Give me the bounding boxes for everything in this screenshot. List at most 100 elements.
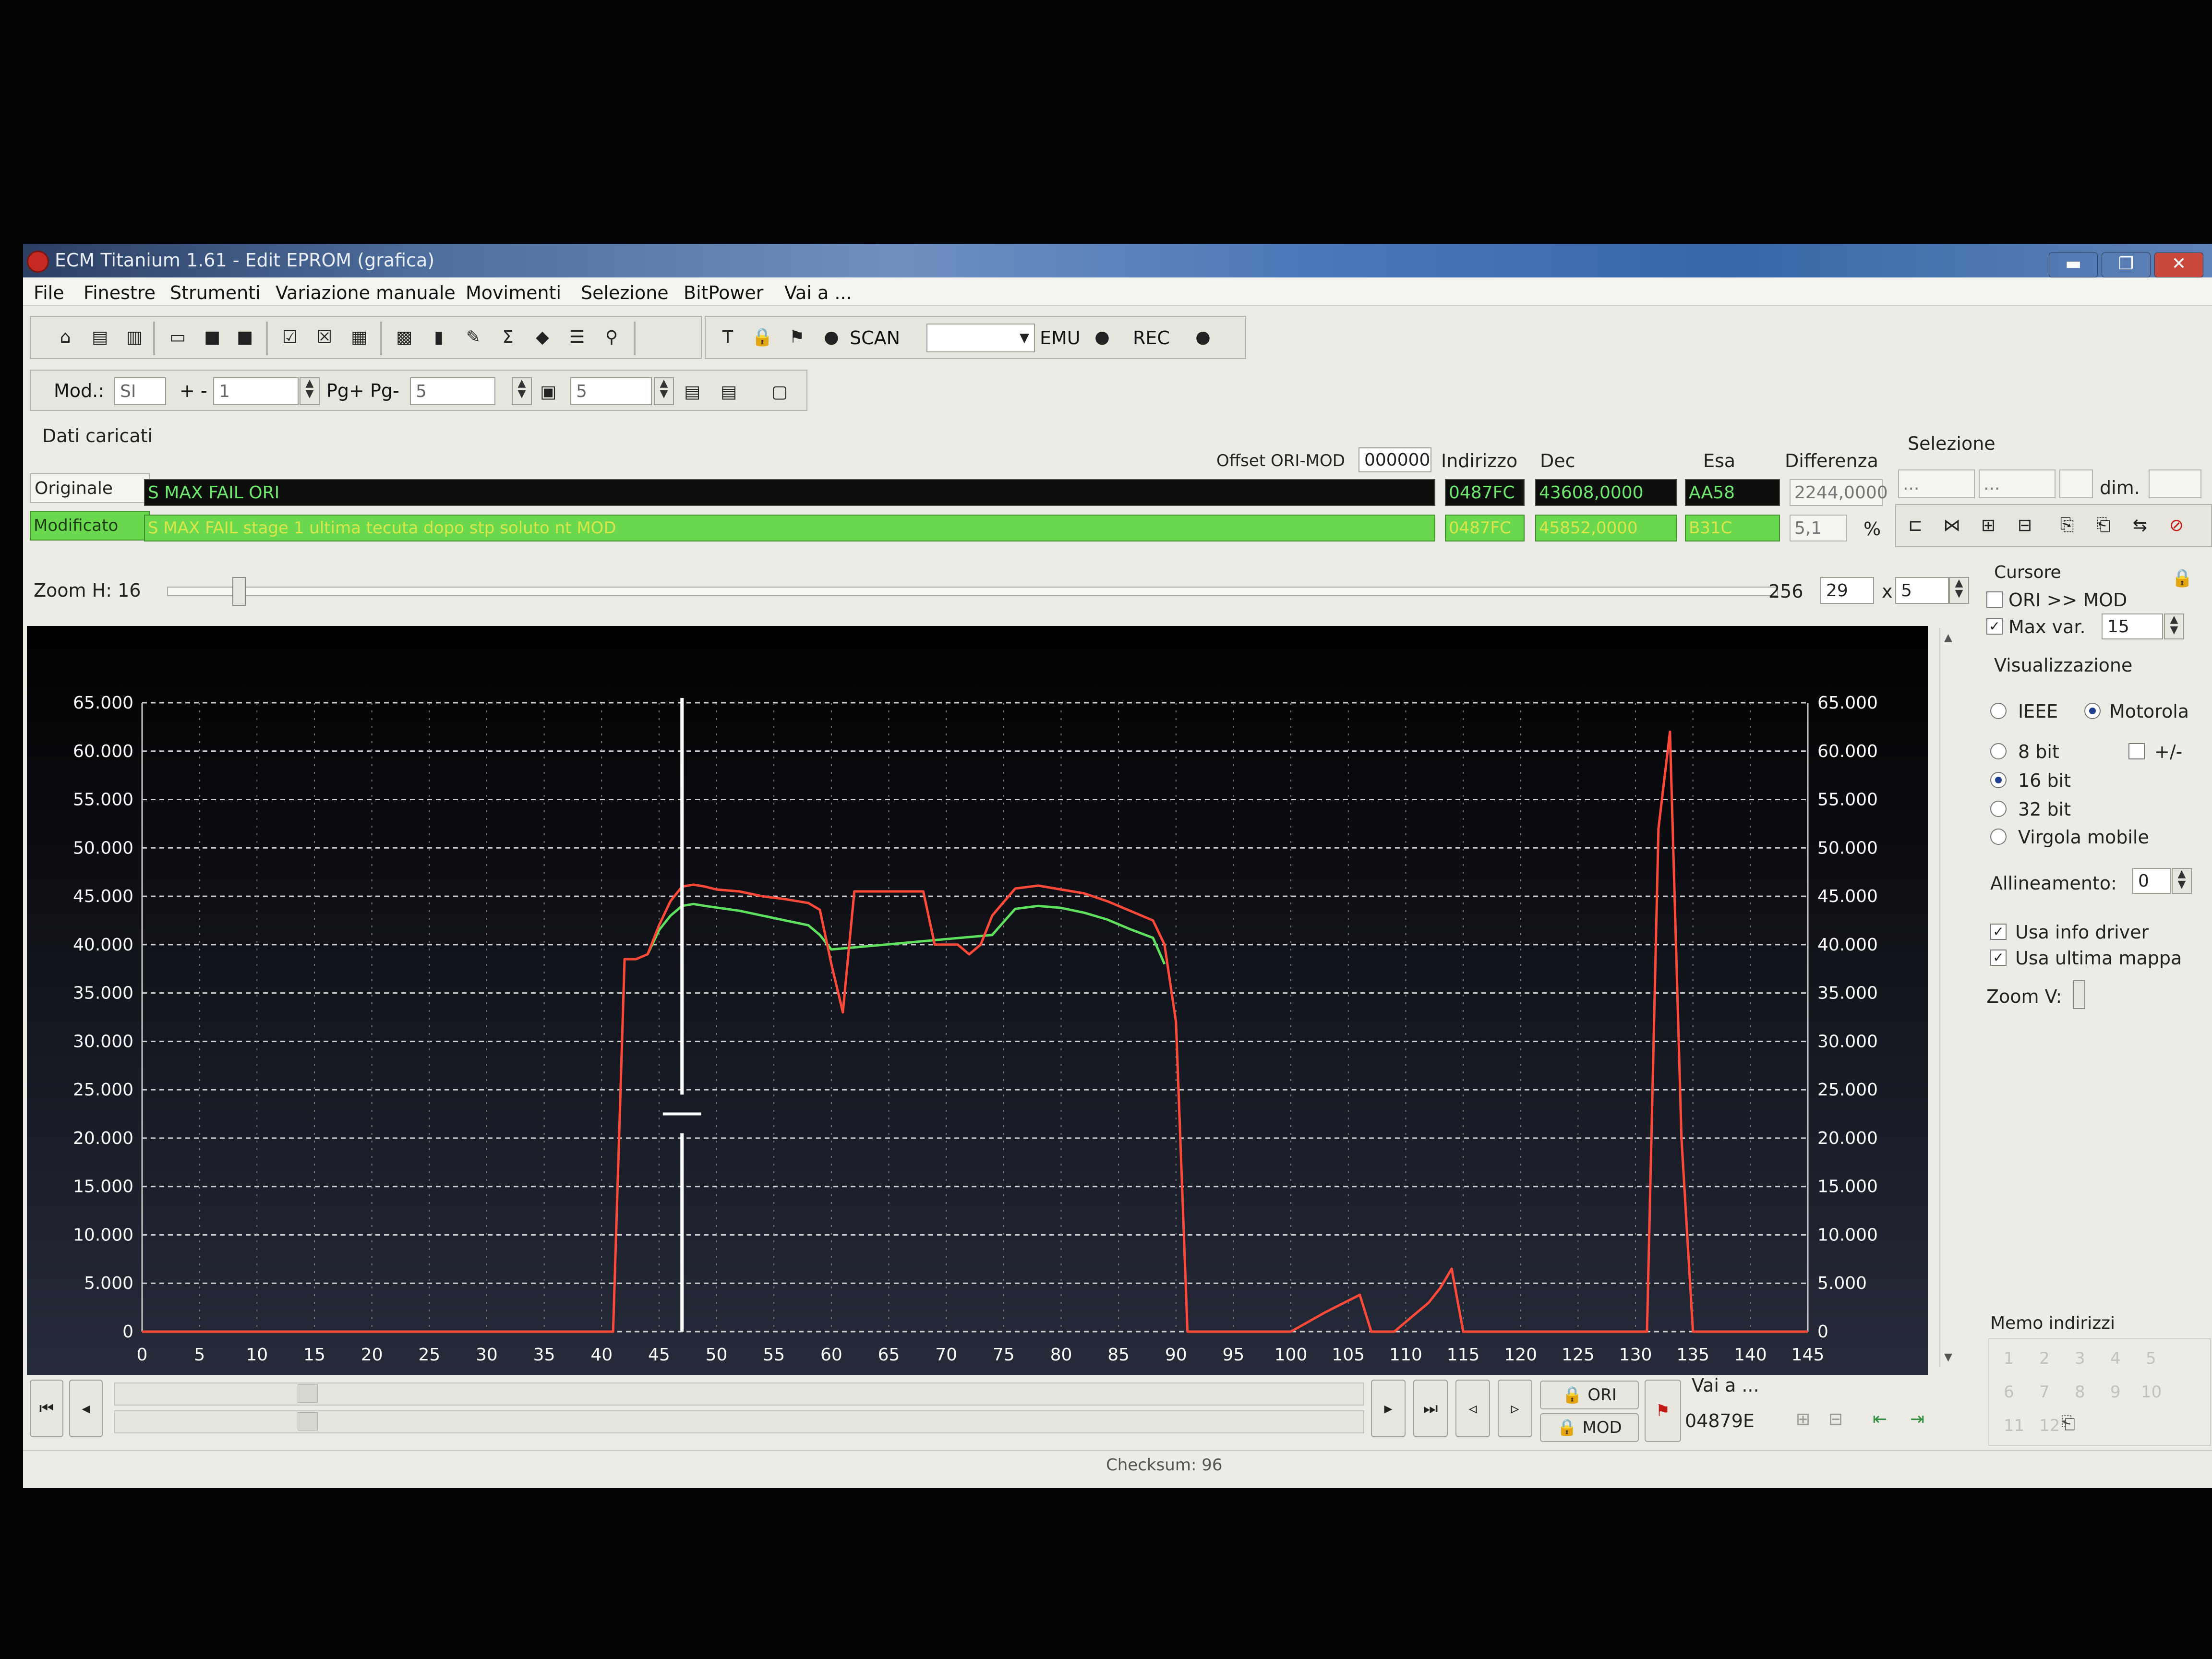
bit8-radio[interactable] (1990, 743, 2007, 759)
record-dot-icon[interactable]: ● (819, 325, 844, 349)
scroll-up-icon[interactable]: ▲ (1944, 632, 1952, 644)
motorola-radio[interactable] (2084, 703, 2101, 719)
maximize-button[interactable]: ❐ (2102, 252, 2151, 277)
menu-finestre[interactable]: Finestre (84, 282, 156, 303)
page-icon[interactable]: ▣ (536, 379, 561, 404)
menu-variazione-manuale[interactable]: Variazione manuale (276, 282, 456, 303)
memo-slot-6[interactable]: 6 (2004, 1382, 2014, 1402)
maxvar-checkbox[interactable]: ✓ (1986, 618, 2003, 635)
select-end-icon[interactable]: ⊟ (2012, 513, 2037, 538)
rows-icon[interactable]: ☰ (565, 325, 589, 349)
table-icon[interactable]: ▦ (347, 325, 372, 349)
allineamento-stepper[interactable]: ▲ ▼ (2172, 868, 2192, 894)
prev-diff-button[interactable]: ◃ (1455, 1380, 1490, 1437)
pg-field[interactable]: 5 (410, 377, 495, 405)
scan-dropdown[interactable]: ▼ (926, 324, 1035, 352)
copy-icon[interactable]: ⎘ (2055, 513, 2080, 538)
scroll-thumb-top[interactable] (298, 1384, 318, 1403)
eprom-graph[interactable]: 0 05.000 5.00010.000 10.00015.000 15.00020.0… (27, 626, 1928, 1375)
sum-icon[interactable]: Σ (495, 325, 520, 349)
allineamento-field[interactable]: 0 (2132, 868, 2171, 894)
scroll-down-icon[interactable]: ▼ (1944, 1351, 1952, 1363)
memo-slot-2[interactable]: 2 (2039, 1349, 2050, 1368)
dim-field[interactable] (2149, 469, 2201, 498)
flag-icon[interactable]: ⚑ (1645, 1380, 1681, 1442)
search-icon[interactable]: ⚲ (599, 325, 624, 349)
usa-ultima-checkbox[interactable]: ✓ (1990, 950, 2007, 966)
modificato-dec[interactable]: 45852,0000 (1535, 515, 1677, 541)
offset-field[interactable]: 000000 (1358, 447, 1431, 472)
last-page-button[interactable]: ⏭ (1413, 1380, 1448, 1437)
undo-map-icon[interactable]: ▢ (767, 379, 792, 404)
originale-label[interactable]: Originale (30, 473, 150, 503)
zoom-h-slider-thumb[interactable] (232, 577, 246, 606)
mod-button[interactable]: 🔒 MOD (1540, 1413, 1639, 1442)
memo-slot-1[interactable]: 1 (2004, 1349, 2014, 1368)
memo-slot-4[interactable]: 4 (2110, 1349, 2121, 1368)
pg-stepper[interactable]: ▲ ▼ (512, 377, 532, 405)
memo-slot-8[interactable]: 8 (2075, 1382, 2085, 1402)
modificato-label[interactable]: Modificato (30, 511, 150, 541)
next-diff-button[interactable]: ▹ (1498, 1380, 1532, 1437)
originale-map-name[interactable]: S MAX FAIL ORI (144, 479, 1435, 506)
memo-slot-3[interactable]: 3 (2075, 1349, 2085, 1368)
transfer-icon[interactable]: ⇆ (2128, 513, 2152, 538)
select-block-icon[interactable]: ⊞ (1976, 513, 2001, 538)
plusminus-checkbox[interactable] (2128, 743, 2145, 759)
selezione-start-field[interactable]: ... (1898, 469, 1975, 498)
marker-left-icon[interactable]: ⇤ (1867, 1407, 1892, 1431)
mod-field[interactable]: SI (114, 377, 166, 405)
selezione-end-field[interactable]: ... (1979, 469, 2056, 498)
menu-file[interactable]: File (34, 282, 64, 303)
ori-mod-checkbox[interactable] (1986, 591, 2003, 608)
p-stepper[interactable]: ▲ ▼ (654, 377, 674, 405)
memo-slot-9[interactable]: 9 (2110, 1382, 2121, 1402)
open-folder-icon[interactable]: ▭ (165, 325, 190, 349)
zoom-rows-stepper[interactable]: ▲ ▼ (1949, 577, 1969, 604)
differenza-value[interactable]: 2244,0000 (1790, 479, 1888, 506)
checkmark-icon[interactable]: ☑ (277, 325, 302, 349)
select-range-icon[interactable]: ⋈ (1939, 513, 1964, 538)
zoom-rows-field[interactable]: 5 (1895, 577, 1949, 604)
p-field[interactable]: 5 (570, 377, 652, 405)
memo-remove-icon[interactable]: ⊟ (1823, 1407, 1848, 1431)
modificato-indirizzo[interactable]: 0487FC (1445, 515, 1525, 541)
memo-slot-7[interactable]: 7 (2039, 1382, 2050, 1402)
save-icon[interactable]: ▥ (122, 325, 147, 349)
usa-info-checkbox[interactable]: ✓ (1990, 924, 2007, 940)
menu-selezione[interactable]: Selezione (581, 282, 669, 303)
scroll-thumb-bottom[interactable] (298, 1412, 318, 1431)
memo-slot-5[interactable]: 5 (2146, 1349, 2156, 1368)
next-step-button[interactable]: ▸ (1371, 1380, 1406, 1437)
windows-icon[interactable]: ▤ (87, 325, 112, 349)
runner-icon[interactable]: ⚑ (784, 325, 809, 349)
modificato-map-name[interactable]: S MAX FAIL stage 1 ultima tecuta dopo st… (144, 515, 1435, 541)
vai-a-value[interactable]: 04879E (1685, 1410, 1755, 1431)
maxvar-field[interactable]: 15 (2102, 613, 2163, 639)
chart-icon[interactable]: ◆ (530, 325, 555, 349)
select-start-icon[interactable]: ⊏ (1903, 513, 1928, 538)
close-button[interactable]: ✕ (2154, 252, 2203, 277)
plusminus-stepper[interactable]: ▲ ▼ (300, 377, 320, 405)
first-page-button[interactable]: ⏮ (30, 1380, 63, 1437)
bit32-radio[interactable] (1990, 801, 2007, 817)
lock-icon[interactable]: 🔒 (750, 325, 775, 349)
memo-slot-12[interactable]: 12 (2039, 1416, 2060, 1435)
rec-dot-icon[interactable]: ● (1190, 325, 1215, 349)
originale-indirizzo[interactable]: 0487FC (1445, 479, 1525, 506)
grid-icon[interactable]: ▩ (392, 325, 417, 349)
memo-slot-11[interactable]: 11 (2004, 1416, 2024, 1435)
edit-icon[interactable]: ✎ (461, 325, 486, 349)
compare-icon[interactable]: ☒ (312, 325, 337, 349)
alert-icon[interactable]: ⊘ (2164, 513, 2189, 538)
map2-icon[interactable]: ■ (232, 325, 257, 349)
originale-esa[interactable]: AA58 (1685, 479, 1780, 506)
menu-strumenti[interactable]: Strumenti (170, 282, 261, 303)
selezione-extra-field[interactable] (2059, 469, 2093, 498)
map-icon[interactable]: ■ (200, 325, 225, 349)
zoom-v-slider[interactable] (2073, 980, 2085, 1009)
emu-dot-icon[interactable]: ● (1090, 325, 1115, 349)
text-icon[interactable]: T (715, 325, 740, 349)
ori-button[interactable]: 🔒 ORI (1540, 1381, 1639, 1409)
home-icon[interactable]: ⌂ (53, 325, 78, 349)
